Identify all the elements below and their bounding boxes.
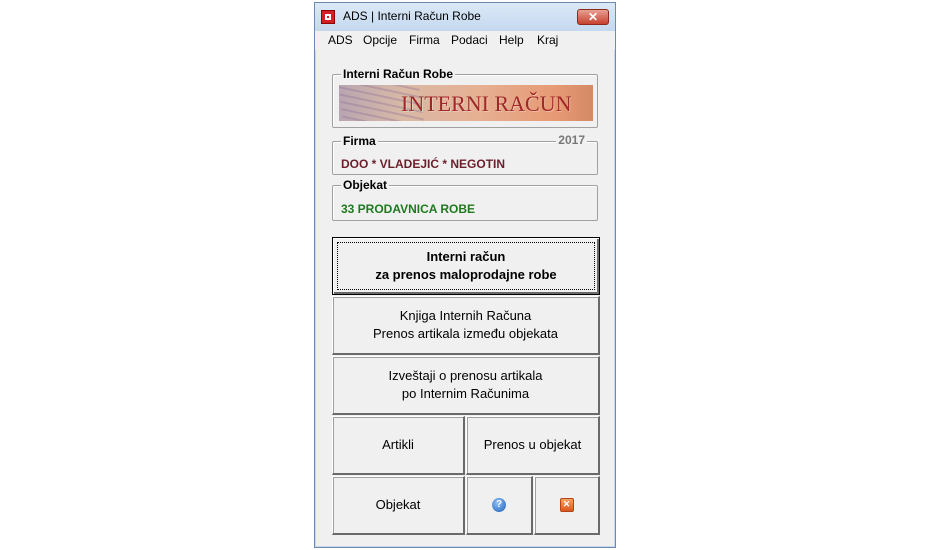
window-title: ADS | Interni Račun Robe [343,9,481,23]
objekat-button-label: Objekat [375,497,421,512]
firma-value: DOO * VLADEJIĆ * NEGOTIN [341,157,506,171]
izvestaji-button[interactable]: Izveštaji o prenosu artikala po Internim… [332,356,600,415]
objekat-button[interactable]: Objekat [332,476,465,535]
knjiga-line1: Knjiga Internih Računa [399,308,532,323]
help-button[interactable]: ? [466,476,533,535]
banner-title: INTERNI RAČUN [401,91,572,116]
focus-rectangle [337,242,595,290]
header-group-label: Interni Račun Robe [341,67,456,81]
app-window: ADS | Interni Račun Robe ✕ ADS Opcije Fi… [314,2,616,548]
menu-help[interactable]: Help [499,33,524,47]
prenos-u-objekat-button[interactable]: Prenos u objekat [466,416,600,475]
firma-label: Firma [341,134,378,148]
objekat-group: Objekat 33 PRODAVNICA ROBE [332,178,598,221]
title-bar[interactable]: ADS | Interni Račun Robe ✕ [315,3,615,32]
knjiga-internih-racuna-button[interactable]: Knjiga Internih Računa Prenos artikala i… [332,296,600,355]
app-logo-icon[interactable] [321,10,335,24]
prenos-label: Prenos u objekat [483,437,582,452]
menu-podaci[interactable]: Podaci [451,33,488,47]
izvestaji-line2: po Internim Računima [401,386,530,401]
interni-racun-button[interactable]: Interni račun za prenos maloprodajne rob… [332,237,600,295]
menu-opcije[interactable]: Opcije [363,33,397,47]
objekat-value: 33 PRODAVNICA ROBE [341,202,476,216]
year-label: 2017 [556,133,587,147]
menu-bar: ADS Opcije Firma Podaci Help Kraj [315,31,615,50]
header-group: Interni Račun Robe INTERNI RAČUN [332,67,598,128]
help-icon: ? [492,498,506,512]
izvestaji-line1: Izveštaji o prenosu artikala [388,368,543,383]
exit-icon: ✕ [559,498,574,512]
objekat-label: Objekat [341,178,390,192]
artikli-label: Artikli [382,437,414,452]
menu-kraj[interactable]: Kraj [537,33,558,47]
menu-ads[interactable]: ADS [328,33,353,47]
firma-group: Firma 2017 DOO * VLADEJIĆ * NEGOTIN [332,133,598,175]
knjiga-line2: Prenos artikala između objekata [373,326,558,341]
menu-firma[interactable]: Firma [409,33,440,47]
window-close-button[interactable]: ✕ [577,9,609,25]
interni-racun-banner: INTERNI RAČUN [339,85,593,121]
artikli-button[interactable]: Artikli [332,416,465,475]
exit-button[interactable]: ✕ [534,476,600,535]
